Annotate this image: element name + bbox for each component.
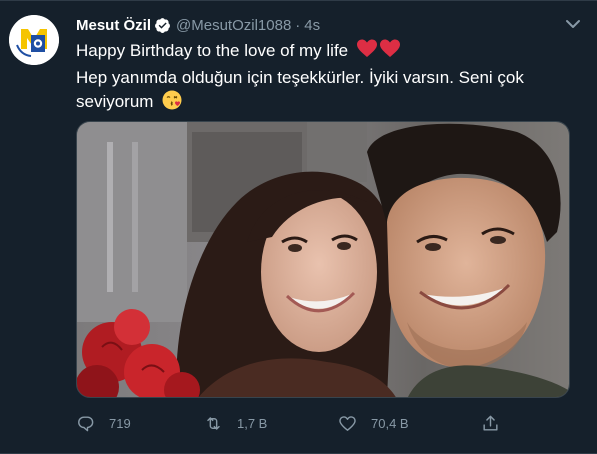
tweet-text-line: seviyorum xyxy=(76,90,576,117)
author-handle[interactable]: @MesutOzil1088 xyxy=(176,17,291,34)
retweet-count: 1,7 B xyxy=(237,415,268,431)
reply-button[interactable]: 719 xyxy=(76,410,131,436)
avatar[interactable] xyxy=(9,15,59,65)
author-name[interactable]: Mesut Özil xyxy=(76,17,151,34)
separator: · xyxy=(295,16,301,34)
face-blowing-kiss-icon xyxy=(162,90,182,117)
tweet-text-line: Happy Birthday to the love of my life xyxy=(76,39,576,66)
tweet-actions: 719 1,7 B 70,4 B xyxy=(76,410,506,436)
divider xyxy=(0,0,597,1)
tweet-header: Mesut Özil @MesutOzil1088 · 4s xyxy=(76,15,320,35)
share-icon xyxy=(483,415,498,431)
like-button[interactable]: 70,4 B xyxy=(338,410,409,436)
tweet-photo[interactable] xyxy=(76,121,570,398)
tweet-text-line-2: Hep yanımda olduğun için teşekkürler. İy… xyxy=(76,68,524,87)
verified-badge-icon xyxy=(155,17,170,33)
share-button[interactable] xyxy=(481,410,500,436)
like-count: 70,4 B xyxy=(371,415,409,431)
reply-count: 719 xyxy=(109,415,131,431)
tweet[interactable]: Mesut Özil @MesutOzil1088 · 4s Happy Bir… xyxy=(0,0,597,454)
couple-selfie-image xyxy=(77,122,569,397)
two-red-hearts-icon xyxy=(356,39,401,66)
retweet-icon xyxy=(207,416,220,430)
heart-icon xyxy=(339,415,356,431)
retweet-button[interactable]: 1,7 B xyxy=(204,410,267,436)
tweet-text-line-1: Happy Birthday to the love of my life xyxy=(76,41,349,60)
tweet-text: Happy Birthday to the love of my life He… xyxy=(76,39,576,117)
more-icon[interactable] xyxy=(561,14,585,34)
avatar-logo xyxy=(9,15,59,65)
timestamp[interactable]: 4s xyxy=(304,17,320,34)
tweet-text-line-3: seviyorum xyxy=(76,92,154,111)
speech-bubble-icon xyxy=(78,415,94,431)
